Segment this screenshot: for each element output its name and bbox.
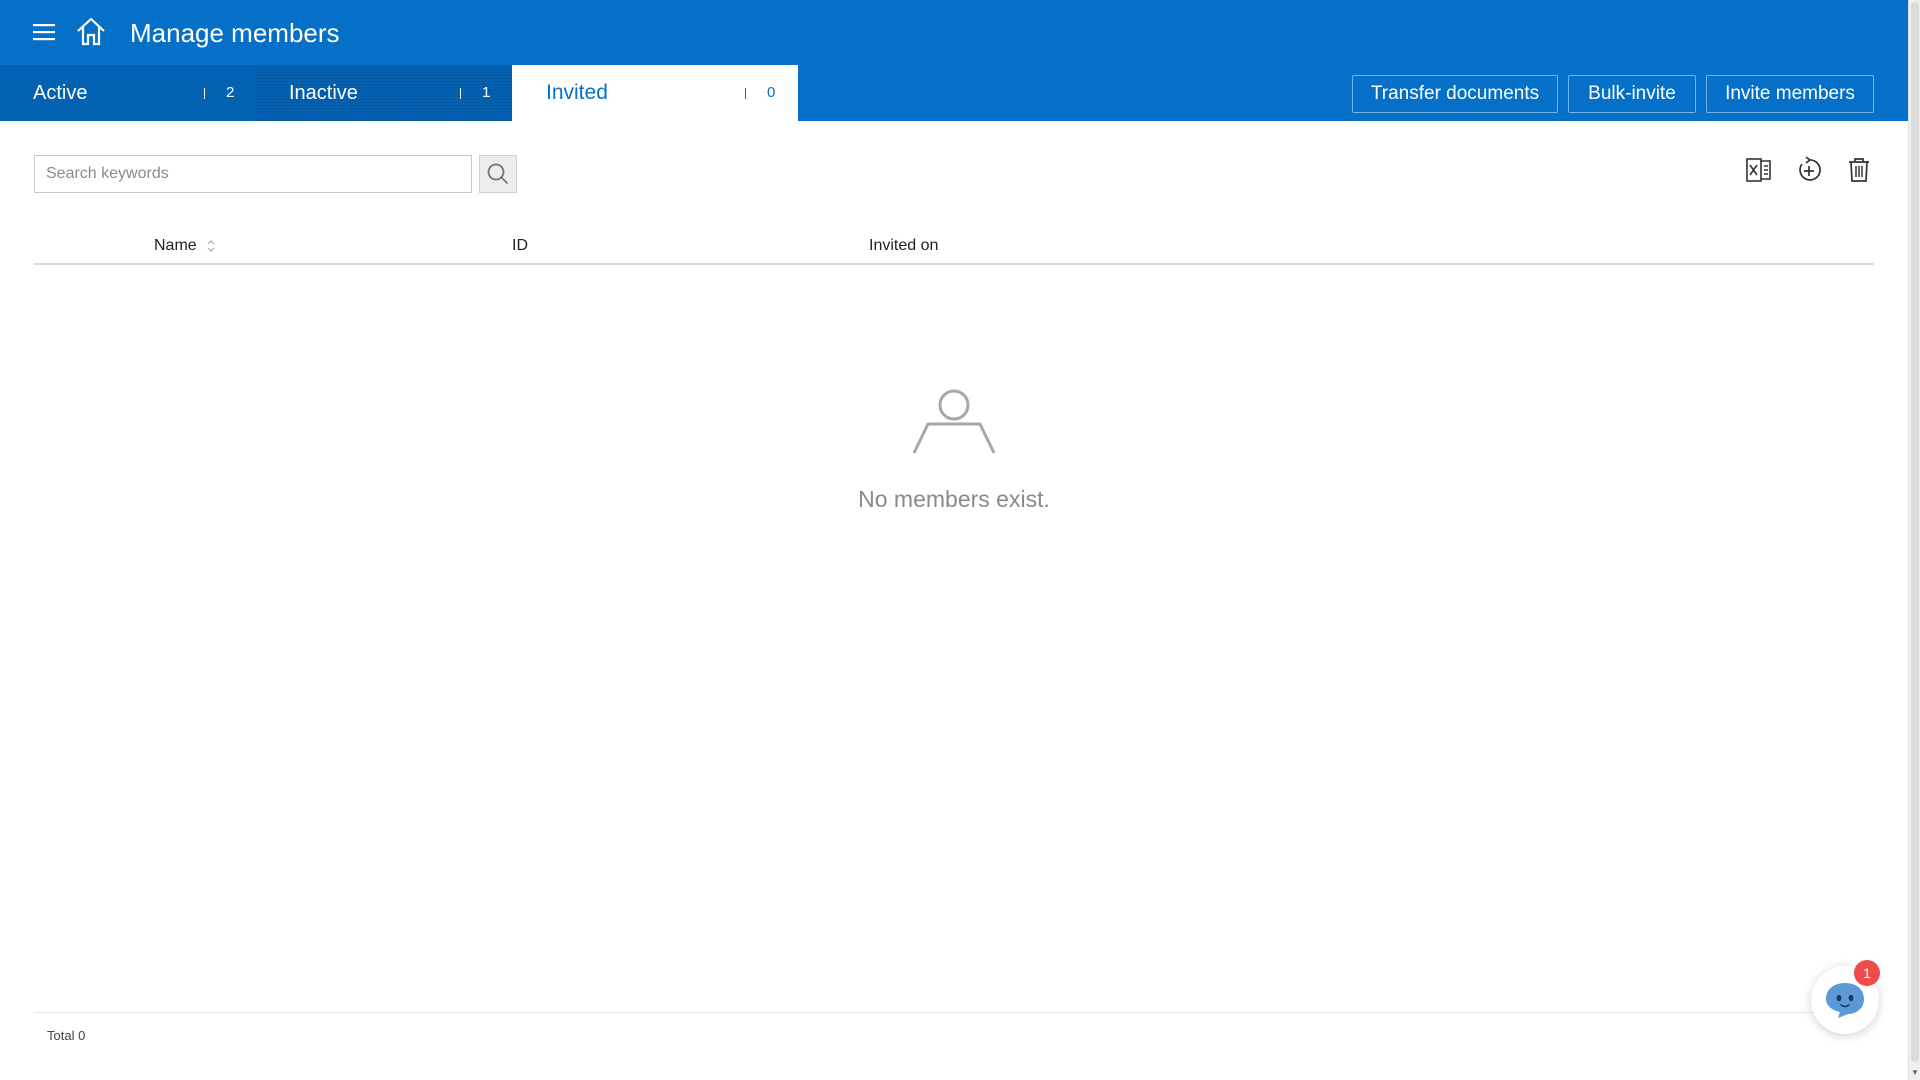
- tab-count: 1: [482, 84, 491, 101]
- transfer-documents-button[interactable]: Transfer documents: [1352, 75, 1558, 113]
- top-header: Manage members: [0, 0, 1908, 65]
- tab-inactive[interactable]: Inactive 1: [256, 65, 512, 121]
- sort-icon[interactable]: [206, 238, 216, 254]
- column-header-invited-on: Invited on: [869, 237, 939, 254]
- page-title: Manage members: [130, 18, 340, 48]
- tab-separator: [204, 88, 205, 99]
- tab-invited[interactable]: Invited 0: [512, 65, 798, 121]
- scrollbar-thumb[interactable]: [1911, 2, 1919, 1062]
- trash-icon[interactable]: [1844, 155, 1874, 185]
- restore-icon[interactable]: [1794, 155, 1824, 185]
- footer-divider: [34, 1012, 1874, 1013]
- tab-label: Inactive: [289, 82, 358, 104]
- search-input[interactable]: [34, 155, 472, 193]
- empty-member-icon: [910, 385, 998, 455]
- empty-state-message: No members exist.: [858, 486, 1050, 512]
- tab-label: Invited: [546, 81, 608, 104]
- total-count: Total 0: [47, 1028, 86, 1043]
- search-icon: [487, 163, 508, 184]
- tab-separator: [460, 88, 461, 99]
- chat-bot-icon: [1826, 983, 1864, 1018]
- tab-count: 0: [767, 84, 776, 101]
- tab-label: Active: [33, 82, 88, 104]
- invite-members-button[interactable]: Invite members: [1706, 75, 1874, 113]
- tab-active[interactable]: Active 2: [0, 65, 256, 121]
- column-header-id: ID: [512, 237, 528, 254]
- vertical-scrollbar[interactable]: ▼: [1908, 0, 1920, 1080]
- notification-badge: 1: [1854, 960, 1880, 986]
- home-icon[interactable]: [74, 16, 108, 48]
- column-header-name[interactable]: Name: [154, 236, 197, 256]
- tab-separator: [745, 88, 746, 99]
- tab-count: 2: [226, 84, 235, 101]
- search-button[interactable]: [479, 155, 517, 193]
- table-header: Name ID Invited on: [34, 232, 1874, 265]
- tab-bar: Active 2 Inactive 1 Invited 0 Transfer d…: [0, 65, 1908, 121]
- hamburger-menu-icon[interactable]: [30, 18, 60, 48]
- excel-export-icon[interactable]: [1744, 155, 1774, 185]
- bulk-invite-button[interactable]: Bulk-invite: [1568, 75, 1696, 113]
- scroll-down-arrow-icon[interactable]: ▼: [1911, 1068, 1919, 1078]
- app-window: Manage members Active 2 Inactive 1 Invit…: [0, 0, 1908, 1080]
